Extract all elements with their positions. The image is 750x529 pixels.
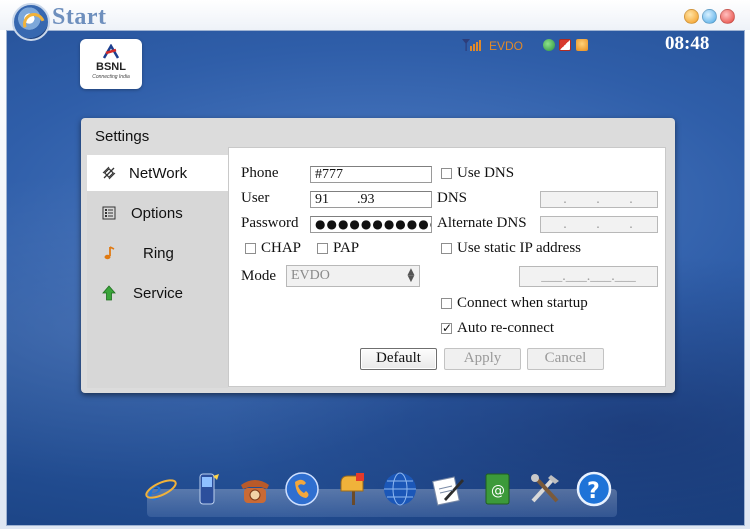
pap-label: PAP (333, 240, 360, 256)
address-book-icon[interactable]: @ (477, 469, 517, 513)
settings-nav: NetWork Options Ring Service (87, 155, 228, 388)
app-title: Start (52, 4, 107, 30)
nav-label-service: Service (133, 285, 184, 302)
network-settings-panel: Phone #777 User 91 .93 Password ●●●●●●●●… (228, 147, 666, 387)
alternate-dns-input[interactable]: . . . (540, 216, 658, 233)
nav-item-network[interactable]: NetWork (87, 155, 228, 191)
use-dns-label: Use DNS (457, 165, 515, 181)
phone-input[interactable]: #777 (310, 166, 432, 183)
app-window: Start BSNL Connecting India EVDO 08:48 S… (0, 0, 750, 529)
globe-icon-graphic (384, 472, 416, 506)
internet-explorer-icon-graphic: e (145, 474, 177, 507)
password-input[interactable]: ●●●●●●●●●●● (310, 216, 432, 233)
phone-label: Phone (241, 165, 279, 181)
pap-checkbox[interactable] (317, 243, 328, 254)
use-dns-checkbox[interactable] (441, 168, 452, 179)
auto-reconnect-label: Auto re-connect (457, 320, 555, 336)
nav-label-network: NetWork (129, 165, 188, 182)
minimize-button[interactable] (684, 9, 699, 24)
brand-name: BSNL (96, 61, 126, 73)
cancel-button[interactable]: Cancel (527, 348, 604, 370)
desktop-area: BSNL Connecting India EVDO 08:48 Setting… (6, 30, 745, 526)
mode-select-value: EVDO (291, 268, 330, 283)
svg-text:?: ? (587, 479, 600, 504)
tools-icon[interactable] (525, 469, 565, 513)
default-button[interactable]: Default (360, 348, 437, 370)
clock: 08:48 (665, 33, 710, 54)
nav-item-ring[interactable]: Ring (87, 235, 228, 271)
app-logo-icon[interactable] (12, 3, 50, 41)
connect-startup-label: Connect when startup (457, 295, 588, 311)
network-type: EVDO (489, 39, 524, 53)
updown-arrow-icon: ▲▼ (407, 267, 415, 284)
chap-label: CHAP (261, 240, 302, 256)
list-icon (102, 206, 116, 220)
close-button[interactable] (720, 9, 735, 24)
satellite-icon (102, 166, 116, 180)
shield-tray-icon[interactable] (559, 39, 571, 51)
user-label: User (241, 190, 270, 206)
cup-tray-icon[interactable] (576, 39, 588, 51)
chap-checkbox[interactable] (245, 243, 256, 254)
contacts-icon[interactable] (282, 469, 322, 513)
notepad-icon-graphic (432, 476, 464, 506)
mailbox-icon-graphic (340, 473, 364, 505)
static-ip-checkbox[interactable] (441, 243, 452, 254)
internet-explorer-icon[interactable]: e (141, 469, 181, 513)
settings-dialog: Settings NetWork Options Ring Service Ph… (81, 118, 675, 393)
address-book-icon-graphic: @ (485, 473, 510, 505)
connect-startup-checkbox[interactable] (441, 298, 452, 309)
help-icon[interactable]: ? (574, 469, 614, 513)
brand-tagline: Connecting India (92, 74, 130, 80)
title-bar: Start (0, 0, 750, 41)
bsnl-logo: BSNL Connecting India (80, 39, 142, 89)
music-note-icon (104, 246, 115, 260)
auto-reconnect-checkbox[interactable]: ✓ (441, 322, 452, 334)
static-ip-label: Use static IP address (457, 240, 581, 256)
tools-icon-graphic (531, 474, 559, 503)
up-arrow-icon (102, 285, 116, 301)
telephone-icon-graphic (241, 480, 269, 503)
mobile-phone-icon-graphic (199, 473, 219, 505)
dns-input[interactable]: . . . (540, 191, 658, 208)
mode-label: Mode (241, 268, 276, 284)
svg-text:@: @ (491, 483, 505, 499)
nav-item-options[interactable]: Options (87, 195, 228, 231)
apply-button[interactable]: Apply (444, 348, 521, 370)
dns-label: DNS (437, 190, 468, 206)
help-icon-graphic: ? (576, 471, 612, 507)
telephone-icon[interactable] (235, 469, 275, 513)
mode-select[interactable]: EVDO ▲▼ (286, 265, 420, 287)
nav-label-ring: Ring (143, 245, 174, 262)
alternate-dns-label: Alternate DNS (437, 215, 527, 231)
globe-tray-icon[interactable] (543, 39, 555, 51)
dialog-title: Settings (95, 128, 150, 145)
mailbox-icon[interactable] (333, 469, 373, 513)
contacts-icon-graphic (285, 472, 319, 506)
svg-text:e: e (148, 474, 161, 507)
mobile-phone-icon[interactable] (187, 469, 227, 513)
nav-item-service[interactable]: Service (87, 275, 228, 311)
globe-icon[interactable] (380, 469, 420, 513)
user-input[interactable]: 91 .93 (310, 191, 432, 208)
maximize-button[interactable] (702, 9, 717, 24)
signal-strength-icon (462, 39, 481, 51)
password-label: Password (241, 215, 299, 231)
nav-label-options: Options (131, 205, 183, 222)
notepad-icon[interactable] (428, 469, 468, 513)
static-ip-input[interactable]: ___.___.___.___ (519, 266, 658, 287)
bsnl-mark-icon (102, 44, 120, 59)
